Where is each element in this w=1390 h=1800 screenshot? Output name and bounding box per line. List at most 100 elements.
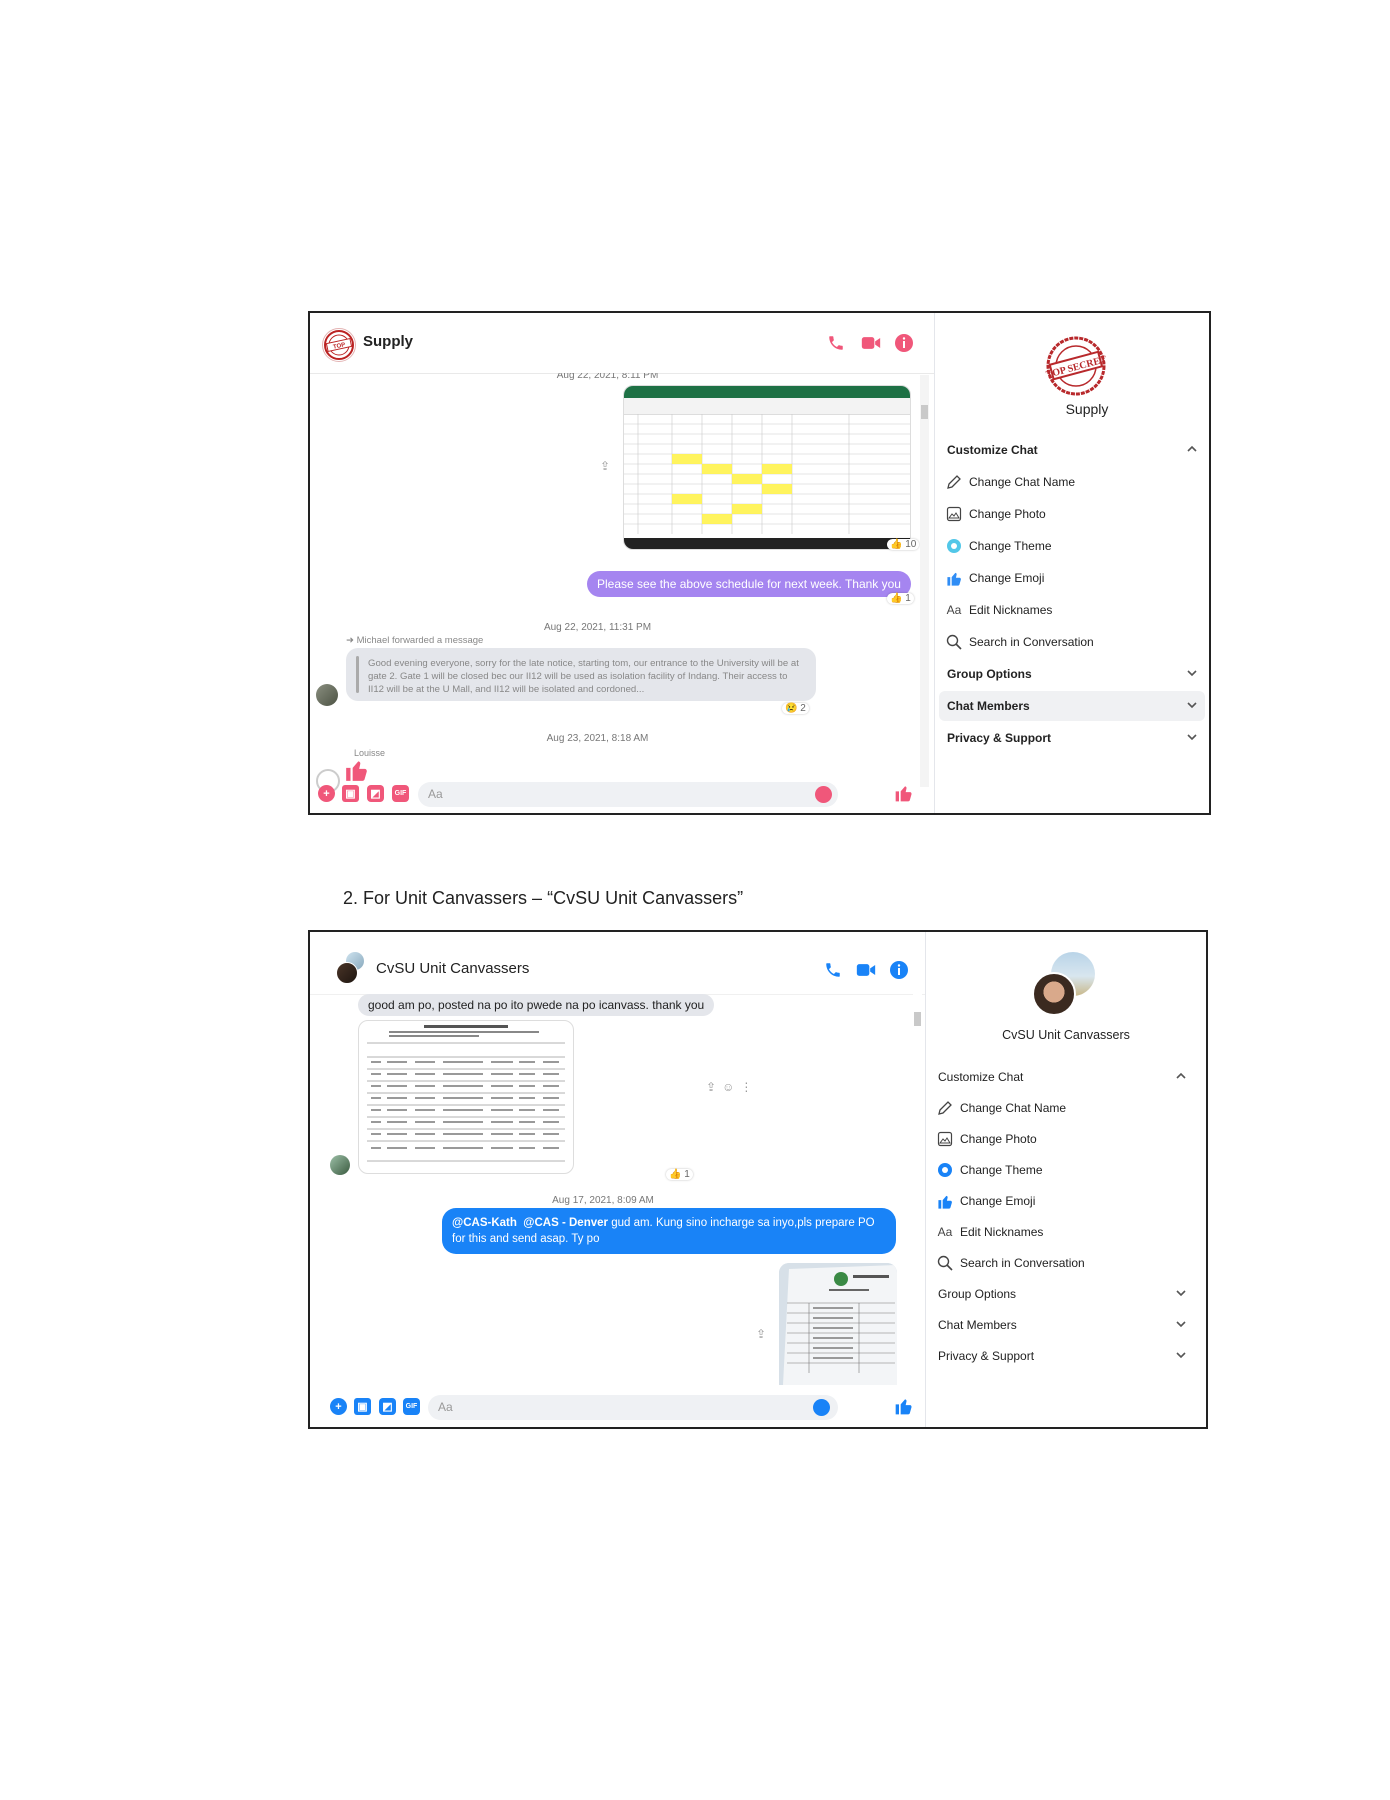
menu-change-emoji[interactable]: Change Emoji (935, 563, 1209, 593)
outgoing-message[interactable]: Please see the above schedule for next w… (587, 571, 911, 597)
phone-icon[interactable] (824, 331, 848, 355)
conversation-sidebar: CvSU Unit Canvassers Customize Chat Chan… (925, 932, 1206, 1427)
image-reaction[interactable]: 👍 10 (887, 539, 920, 550)
chevron-down-icon (1176, 1290, 1186, 1297)
menu-search-conversation[interactable]: Search in Conversation (935, 627, 1209, 657)
plus-icon[interactable]: + (318, 785, 335, 802)
menu-item-label: Change Emoji (969, 571, 1045, 585)
chevron-down-icon (1176, 1352, 1186, 1359)
scrollbar-thumb[interactable] (914, 1012, 921, 1026)
group-photo-front[interactable] (1032, 972, 1076, 1016)
chat-header: CvSU Unit Canvassers (310, 932, 926, 995)
menu-change-theme[interactable]: Change Theme (926, 1155, 1206, 1185)
menu-change-chat-name[interactable]: Change Chat Name (926, 1093, 1206, 1123)
emoji-icon[interactable] (813, 1399, 830, 1416)
menu-edit-nicknames[interactable]: Aa Edit Nicknames (935, 595, 1209, 625)
group-avatar[interactable]: TOP (322, 328, 356, 362)
share-icon[interactable]: ⇪ (600, 459, 610, 473)
sender-avatar[interactable] (330, 1155, 350, 1175)
chat-members-section[interactable]: Chat Members (926, 1310, 1206, 1340)
emoji-icon[interactable] (815, 786, 832, 803)
purchase-order-image[interactable] (779, 1263, 897, 1385)
group-avatar-front[interactable] (336, 962, 358, 984)
menu-item-label: Change Photo (969, 507, 1046, 521)
menu-item-label: Change Emoji (960, 1194, 1036, 1208)
group-options-section[interactable]: Group Options (926, 1279, 1206, 1309)
sender-avatar[interactable] (316, 684, 338, 706)
message-input[interactable]: Aa (428, 1395, 838, 1420)
photo-icon[interactable]: ▣ (354, 1398, 371, 1415)
screenshot-canvassers-chat: CvSU Unit Canvassers good am po, posted … (308, 930, 1208, 1429)
chat-members-section[interactable]: Chat Members (939, 691, 1205, 721)
send-like-icon[interactable] (894, 783, 914, 808)
video-icon[interactable] (854, 958, 878, 982)
gif-icon[interactable]: GIF (403, 1398, 420, 1415)
reaction-count: 2 (800, 703, 806, 714)
date-separator: Aug 23, 2021, 8:18 AM (546, 733, 649, 744)
menu-edit-nicknames[interactable]: Aa Edit Nicknames (926, 1217, 1206, 1247)
menu-item-label: Edit Nicknames (969, 603, 1053, 617)
menu-change-emoji[interactable]: Change Emoji (926, 1186, 1206, 1216)
section-title: Privacy & Support (947, 731, 1052, 745)
section-title: Group Options (938, 1287, 1017, 1301)
send-like-icon[interactable] (894, 1396, 914, 1421)
message-input[interactable]: Aa (418, 782, 838, 807)
section-caption: 2. For Unit Canvassers – “CvSU Unit Canv… (343, 888, 744, 908)
section-title: Chat Members (938, 1318, 1017, 1332)
customize-chat-section[interactable]: Customize Chat (935, 435, 1209, 465)
mention-tag[interactable]: @CAS - Denver (523, 1217, 608, 1229)
privacy-support-section[interactable]: Privacy & Support (935, 723, 1209, 753)
info-icon[interactable] (887, 958, 911, 982)
group-photo[interactable]: TOP SECRET (1045, 335, 1107, 397)
pencil-icon (936, 1099, 954, 1117)
doc-reaction[interactable]: 👍 1 (666, 1169, 693, 1180)
scrollbar-thumb[interactable] (921, 405, 928, 419)
text-aa-icon: Aa (937, 1225, 953, 1239)
share-icon[interactable]: ⇪ (706, 1080, 722, 1094)
spreadsheet-image[interactable] (623, 385, 911, 550)
menu-change-chat-name[interactable]: Change Chat Name (935, 467, 1209, 497)
message-scrollbar[interactable] (913, 994, 922, 1394)
menu-item-label: Search in Conversation (960, 1256, 1085, 1270)
forwarded-message[interactable]: Good evening everyone, sorry for the lat… (346, 648, 816, 701)
thumbs-up-icon (936, 1192, 954, 1210)
menu-item-label: Change Chat Name (960, 1101, 1067, 1115)
chat-title: Supply (363, 333, 414, 350)
forwarded-label-text: Michael forwarded a message (356, 635, 484, 646)
quotation-document-image[interactable] (358, 1020, 574, 1174)
incoming-message[interactable]: good am po, posted na po ito pwede na po… (358, 994, 715, 1016)
share-icon[interactable]: ⇪ (756, 1327, 766, 1341)
group-name: CvSU Unit Canvassers (1002, 1028, 1130, 1042)
customize-chat-section[interactable]: Customize Chat (926, 1062, 1206, 1092)
menu-item-label: Edit Nicknames (960, 1225, 1044, 1239)
phone-icon[interactable] (821, 958, 845, 982)
plus-icon[interactable]: + (330, 1398, 347, 1415)
sticker-icon[interactable]: ◩ (379, 1398, 396, 1415)
reaction-count: 1 (684, 1169, 690, 1180)
info-icon[interactable] (892, 331, 916, 355)
date-separator: Aug 17, 2021, 8:09 AM (552, 1195, 654, 1206)
more-icon[interactable]: ⋮ (740, 1080, 758, 1094)
sticker-icon[interactable]: ◩ (367, 785, 384, 802)
forwarded-reaction[interactable]: 😢 2 (782, 703, 809, 714)
outgoing-reaction[interactable]: 👍 1 (887, 593, 914, 604)
outgoing-message[interactable]: @CAS-Kath @CAS - Denver gud am. Kung sin… (442, 1208, 896, 1254)
react-icon[interactable]: ☺ (722, 1080, 740, 1094)
group-options-section[interactable]: Group Options (935, 659, 1209, 689)
video-icon[interactable] (859, 331, 883, 355)
menu-change-photo[interactable]: Change Photo (935, 499, 1209, 529)
photo-icon[interactable]: ▣ (342, 785, 359, 802)
menu-change-theme[interactable]: Change Theme (935, 531, 1209, 561)
menu-item-label: Change Theme (960, 1163, 1043, 1177)
privacy-support-section[interactable]: Privacy & Support (926, 1341, 1206, 1371)
menu-change-photo[interactable]: Change Photo (926, 1124, 1206, 1154)
search-icon (936, 1254, 954, 1272)
gif-icon[interactable]: GIF (392, 785, 409, 802)
message-scrollbar[interactable] (920, 375, 929, 787)
image-icon (936, 1130, 954, 1148)
forward-bar (356, 656, 359, 693)
menu-search-conversation[interactable]: Search in Conversation (926, 1248, 1206, 1278)
svg-text:TOP: TOP (333, 342, 346, 350)
forwarded-label: ➜ Michael forwarded a message (346, 635, 484, 646)
mention-tag[interactable]: @CAS-Kath (452, 1217, 517, 1229)
